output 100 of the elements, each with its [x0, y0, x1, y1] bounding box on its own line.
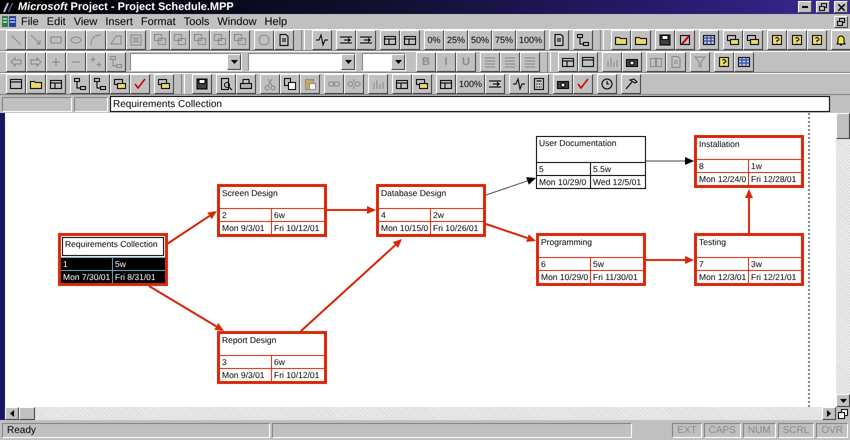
combo-box[interactable]	[130, 53, 242, 71]
window-icon	[9, 77, 23, 91]
caret-icon	[230, 60, 238, 64]
toolbar-button[interactable]	[675, 30, 696, 50]
toolbar-button[interactable]	[573, 30, 594, 50]
toolbar-button[interactable]	[154, 74, 174, 94]
entry-field[interactable]: Requirements Collection	[110, 96, 830, 112]
menu-item[interactable]: Format	[138, 16, 179, 28]
toolbar-button[interactable]	[558, 52, 578, 72]
task-node[interactable]: Database Design 4 2w Mon 10/15/0 Fri 10/26/01	[376, 184, 486, 237]
toolbar-button[interactable]	[192, 74, 212, 94]
minimize-button[interactable]	[798, 1, 812, 13]
toolbar-button[interactable]	[529, 74, 550, 94]
scroll-thumb[interactable]	[836, 113, 850, 139]
toolbar-button[interactable]	[767, 30, 788, 50]
toolbar-button[interactable]	[90, 74, 110, 94]
toolbar-button[interactable]	[655, 30, 676, 50]
task-node[interactable]: Testing 7 3w Mon 12/3/01 Fri 12/21/01	[694, 233, 804, 286]
restore-button[interactable]	[816, 1, 830, 13]
restore-button[interactable]	[834, 16, 848, 28]
menu-item[interactable]: Tools	[180, 16, 212, 28]
toolbar-button[interactable]	[631, 30, 652, 50]
menu-item[interactable]: Help	[262, 16, 290, 28]
scroll-thumb[interactable]	[19, 407, 35, 420]
close-button[interactable]	[834, 1, 848, 13]
toolbar-button[interactable]	[622, 52, 642, 72]
toolbar-button[interactable]	[787, 30, 808, 50]
task-duration: 1w	[749, 159, 801, 172]
toolbar-button[interactable]	[6, 74, 26, 94]
toolbar-button[interactable]: 50%	[468, 30, 492, 50]
toolbar-button[interactable]	[573, 74, 594, 94]
task-start: Mon 9/3/01	[220, 221, 272, 234]
toolbar-button[interactable]	[236, 74, 256, 94]
toolbar-button[interactable]	[485, 74, 506, 94]
toolbar-button[interactable]: 100%	[456, 74, 486, 94]
toolbar-button[interactable]	[831, 30, 850, 50]
split-box-icon[interactable]	[838, 408, 848, 418]
toolbar-button[interactable]	[699, 30, 720, 50]
task-node[interactable]: Requirements Collection 1 5w Mon 7/30/01 Fri 8/31/01	[58, 233, 168, 286]
horizontal-scrollbar[interactable]	[5, 407, 836, 420]
toolbar-button[interactable]	[130, 74, 150, 94]
toolbar-button[interactable]	[392, 74, 412, 94]
toolbar-button[interactable]	[734, 52, 754, 72]
combo-box[interactable]	[362, 53, 406, 71]
toolbar-button[interactable]	[553, 74, 574, 94]
toolbar-button[interactable]	[436, 74, 456, 94]
toolbar-button[interactable]	[597, 74, 618, 94]
toolbar-button[interactable]	[356, 30, 376, 50]
stacked-windows-icon	[233, 33, 247, 47]
question-icon	[770, 33, 784, 47]
stack-icon	[415, 77, 429, 91]
dropdown-button[interactable]	[341, 54, 355, 70]
toolbar-button[interactable]	[26, 74, 46, 94]
toolbar-button[interactable]	[280, 74, 300, 94]
task-node[interactable]: User Documentation 5 5.5w Mon 10/29/0 Wed 12/5/01	[536, 136, 646, 189]
toolbar-button[interactable]	[110, 74, 130, 94]
hammer-icon	[624, 77, 638, 91]
toolbar-button[interactable]	[412, 74, 432, 94]
scroll-left-button[interactable]	[5, 407, 19, 420]
toolbar-button[interactable]	[274, 30, 294, 50]
toolbar-button[interactable]	[46, 74, 66, 94]
vertical-scrollbar[interactable]	[836, 113, 850, 407]
task-node[interactable]: Installation 8 1w Mon 12/24/0 Fri 12/28/01	[694, 135, 804, 188]
menu-item[interactable]: File	[18, 16, 42, 28]
toolbar-button[interactable]	[380, 30, 400, 50]
entry-cell	[74, 96, 108, 112]
combo-box[interactable]	[248, 53, 356, 71]
toolbar-button[interactable]	[714, 52, 734, 72]
toolbar-button[interactable]	[723, 30, 744, 50]
document-icon[interactable]	[2, 16, 16, 27]
toolbar-button[interactable]	[807, 30, 828, 50]
toolbar-button[interactable]	[312, 30, 332, 50]
dropdown-button[interactable]	[227, 54, 241, 70]
toolbar-button[interactable]	[621, 74, 642, 94]
task-node[interactable]: Report Design 3 6w Mon 9/3/01 Fri 10/12/01	[217, 331, 327, 384]
task-duration: 3w	[749, 257, 801, 270]
toolbar-button[interactable]	[216, 74, 236, 94]
scroll-right-button[interactable]	[822, 407, 836, 420]
stack-icon	[726, 33, 740, 47]
task-node[interactable]: Programming 6 5w Mon 10/29/0 Fri 11/30/01	[536, 233, 646, 286]
dropdown-button[interactable]	[391, 54, 405, 70]
toolbar-button[interactable]	[578, 52, 598, 72]
toolbar-button[interactable]	[509, 74, 530, 94]
toolbar-button[interactable]: 75%	[492, 30, 516, 50]
grid-icon	[737, 55, 751, 69]
toolbar-button[interactable]	[611, 30, 632, 50]
scroll-down-button[interactable]	[836, 394, 850, 407]
task-node[interactable]: Screen Design 2 6w Mon 9/3/01 Fri 10/12/01	[217, 184, 327, 237]
menu-item[interactable]: Insert	[102, 16, 136, 28]
toolbar-button[interactable]	[743, 30, 764, 50]
toolbar-button[interactable]: 0%	[424, 30, 444, 50]
menu-item[interactable]: Edit	[44, 16, 69, 28]
toolbar-button[interactable]	[70, 74, 90, 94]
menu-item[interactable]: View	[70, 16, 100, 28]
menu-item[interactable]: Window	[214, 16, 260, 28]
toolbar-button[interactable]	[549, 30, 570, 50]
toolbar-button[interactable]	[400, 30, 420, 50]
toolbar-button[interactable]: 100%	[516, 30, 546, 50]
toolbar-button[interactable]: 25%	[444, 30, 468, 50]
toolbar-button[interactable]	[336, 30, 356, 50]
